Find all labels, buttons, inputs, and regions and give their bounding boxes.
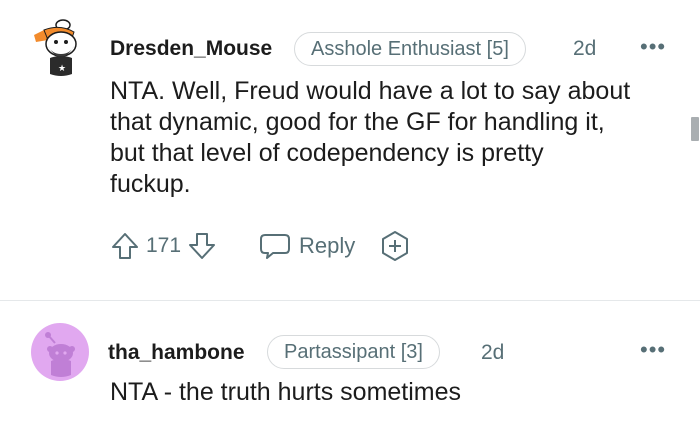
comment-divider — [0, 300, 700, 301]
comment-bubble-icon — [259, 231, 291, 261]
vote-count: 171 — [146, 234, 182, 257]
snoo-avatar-icon: ★ — [34, 19, 77, 76]
comment-body-line: fuckup. — [110, 170, 191, 198]
reply-button[interactable]: Reply — [259, 231, 355, 261]
avatar[interactable] — [31, 323, 89, 381]
user-flair: Partassipant [3] — [267, 335, 440, 369]
comment-body: NTA. Well, Freud would have a lot to say… — [110, 76, 685, 200]
more-options-icon[interactable]: ••• — [640, 339, 666, 361]
svg-text:★: ★ — [58, 64, 66, 74]
timestamp: 2d — [573, 37, 597, 60]
username[interactable]: Dresden_Mouse — [110, 37, 272, 61]
comment-body: NTA - the truth hurts sometimes — [110, 377, 685, 408]
avatar[interactable]: ★ — [30, 18, 82, 80]
comment-body-line: NTA - the truth hurts sometimes — [110, 378, 462, 406]
downvote-icon[interactable] — [187, 231, 217, 261]
comment-body-line: that dynamic, good for the GF for handli… — [110, 108, 605, 136]
award-icon[interactable] — [379, 230, 411, 262]
comment-body-line: NTA. Well, Freud would have a lot to say… — [110, 77, 631, 105]
comment-body-line: but that level of codependency is pretty — [110, 139, 544, 167]
reply-label: Reply — [299, 233, 356, 258]
more-options-icon[interactable]: ••• — [640, 36, 666, 58]
timestamp: 2d — [481, 341, 505, 364]
username[interactable]: tha_hambone — [108, 341, 245, 365]
scrollbar-thumb[interactable] — [691, 117, 699, 141]
snoo-avatar-icon — [31, 323, 89, 381]
user-flair: Asshole Enthusiast [5] — [294, 32, 526, 66]
upvote-icon[interactable] — [110, 231, 140, 261]
comment-actions: 171 Reply — [110, 230, 411, 262]
